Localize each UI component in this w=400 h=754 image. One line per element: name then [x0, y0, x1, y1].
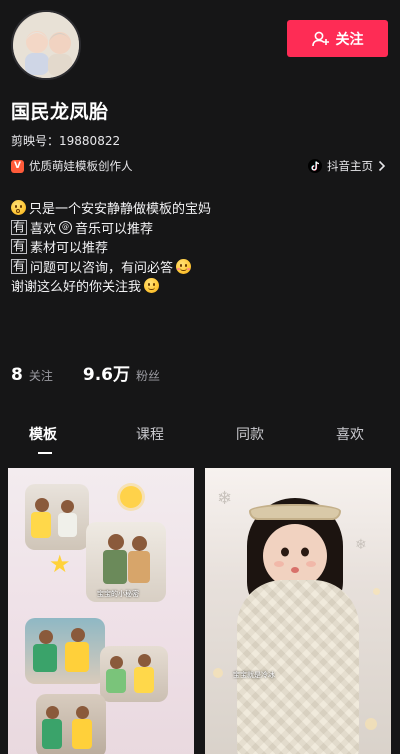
following-count[interactable]: 8 [11, 365, 23, 385]
creator-badge-icon: V [11, 159, 24, 173]
douyin-homepage-link[interactable]: 抖音主页 [308, 158, 386, 174]
snowflake-decoration-icon: ❄ [217, 488, 233, 509]
card-caption: 宝宝就是冷冰 [233, 671, 275, 679]
douyin-logo-icon [308, 159, 322, 173]
profile-page: 关注 国民龙凤胎 剪映号：19880822 V 优质萌娃模板创作人 抖音主页 只… [0, 0, 400, 754]
template-card[interactable]: ★ 宝宝的小秘密 [8, 468, 194, 754]
boxed-char: 有 [11, 239, 28, 255]
chevron-right-icon [378, 160, 386, 172]
collage-photo [25, 484, 89, 550]
star-sticker-icon: ★ [49, 550, 71, 578]
content-tabs: 模板 课程 同款 喜欢 [0, 424, 400, 454]
bio: 只是一个安安静静做模板的宝妈 有 喜欢 @ 音乐可以推荐 有 素材可以推荐 有 … [11, 198, 381, 296]
girl-photo-face [263, 524, 327, 588]
bio-line-1: 只是一个安安静静做模板的宝妈 [11, 198, 381, 218]
bio-line-5: 谢谢这么好的你关注我 [11, 276, 381, 296]
capcut-id-value: 19880822 [59, 134, 121, 148]
bio-line-3: 有 素材可以推荐 [11, 237, 381, 257]
tab-likes[interactable]: 喜欢 [300, 424, 400, 454]
snowflake-decoration-icon: ❄ [355, 537, 367, 553]
tab-templates[interactable]: 模板 [0, 424, 100, 454]
hushed-face-emoji-icon [11, 200, 26, 216]
followers-count[interactable]: 9.6万 [83, 360, 130, 385]
tab-same-style[interactable]: 同款 [200, 424, 300, 454]
bio-line-4: 有 问题可以咨询，有问必答 [11, 257, 381, 277]
douyin-link-label: 抖音主页 [327, 159, 373, 173]
bio-line-2: 有 喜欢 @ 音乐可以推荐 [11, 218, 381, 238]
boxed-char: 有 [11, 258, 28, 274]
sun-sticker-icon [120, 486, 142, 508]
follow-button-label: 关注 [335, 30, 364, 47]
boxed-char: 有 [11, 219, 28, 235]
capcut-id-label: 剪映号： [11, 134, 60, 148]
collage-photo [36, 694, 106, 754]
nickname: 国民龙凤胎 [11, 101, 109, 123]
collage-photo [100, 646, 168, 702]
bio-text: 问题可以咨询，有问必答 [30, 260, 174, 276]
smiling-face-emoji-icon [176, 258, 192, 274]
avatar[interactable] [11, 10, 81, 80]
following-label[interactable]: 关注 [29, 367, 53, 384]
creator-label: 优质萌娃模板创作人 [29, 159, 133, 173]
collage-photo [25, 618, 105, 684]
bio-text: 素材可以推荐 [30, 241, 109, 257]
add-user-icon [311, 31, 329, 46]
capcut-id: 剪映号：19880822 [11, 132, 120, 149]
followers-label[interactable]: 粉丝 [136, 367, 160, 384]
tab-courses[interactable]: 课程 [100, 424, 200, 454]
card-caption: 宝宝的小秘密 [97, 590, 139, 598]
at-sign-icon: @ [59, 220, 73, 234]
avatar-photo [13, 12, 79, 78]
bio-text: 喜欢 [30, 221, 57, 237]
smiling-face-emoji-icon [144, 278, 160, 294]
follow-button[interactable]: 关注 [287, 20, 388, 57]
creator-badge-row: V 优质萌娃模板创作人 [11, 158, 133, 174]
bio-text: 只是一个安安静静做模板的宝妈 [29, 202, 212, 218]
template-card[interactable]: ❄ ❄ 宝宝就是冷冰 [205, 468, 391, 754]
bio-text: 音乐可以推荐 [75, 221, 154, 237]
headband [249, 504, 341, 520]
girl-photo-sweater [237, 580, 359, 754]
bio-text: 谢谢这么好的你关注我 [11, 280, 142, 296]
stats-row: 8 关注 9.6万 粉丝 [11, 360, 160, 385]
